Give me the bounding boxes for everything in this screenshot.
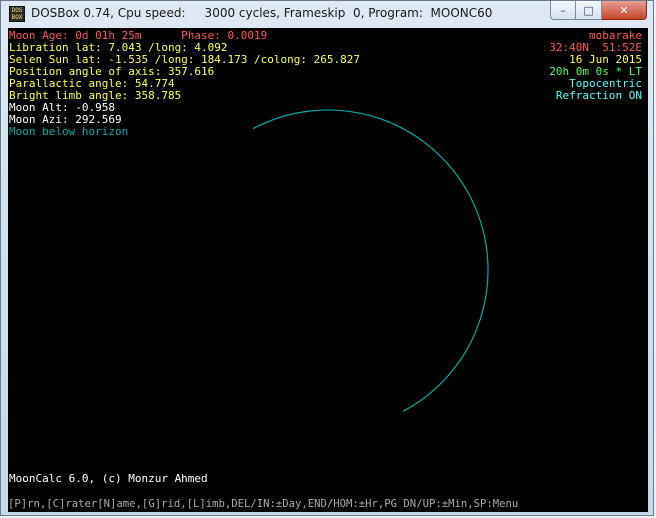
window-title: DOSBox 0.74, Cpu speed: 3000 cycles, Fra…	[31, 6, 493, 20]
close-button[interactable]: ✕	[602, 1, 647, 20]
credit-line: MoonCalc 6.0, (c) Monzur Ahmed	[9, 472, 208, 485]
dos-screen[interactable]: Moon Age: 0d 01h 25m Phase: 0.0019 Libra…	[8, 28, 648, 512]
minimize-icon: –	[560, 3, 566, 17]
close-icon: ✕	[619, 3, 629, 17]
minimize-button[interactable]: –	[550, 1, 576, 20]
moon-bright-limb-arc	[252, 109, 489, 412]
app-icon-text-top: DOS	[11, 7, 23, 14]
moon-below-horizon-line: Moon below horizon	[9, 125, 129, 138]
dosbox-window: DOS BOX DOSBox 0.74, Cpu speed: 3000 cyc…	[0, 0, 654, 516]
window-controls: – □ ✕	[550, 1, 647, 21]
dosbox-app-icon[interactable]: DOS BOX	[9, 6, 25, 22]
refraction-status: Refraction ON	[555, 89, 642, 102]
maximize-icon: □	[583, 3, 594, 17]
title-bar[interactable]: DOS BOX DOSBox 0.74, Cpu speed: 3000 cyc…	[1, 1, 653, 27]
app-icon-text-bottom: BOX	[11, 14, 23, 21]
maximize-button[interactable]: □	[576, 1, 602, 20]
keyboard-shortcuts-bar: [P]rn,[C]rater[N]ame,[G]rid,[L]imb,DEL/I…	[8, 498, 519, 510]
